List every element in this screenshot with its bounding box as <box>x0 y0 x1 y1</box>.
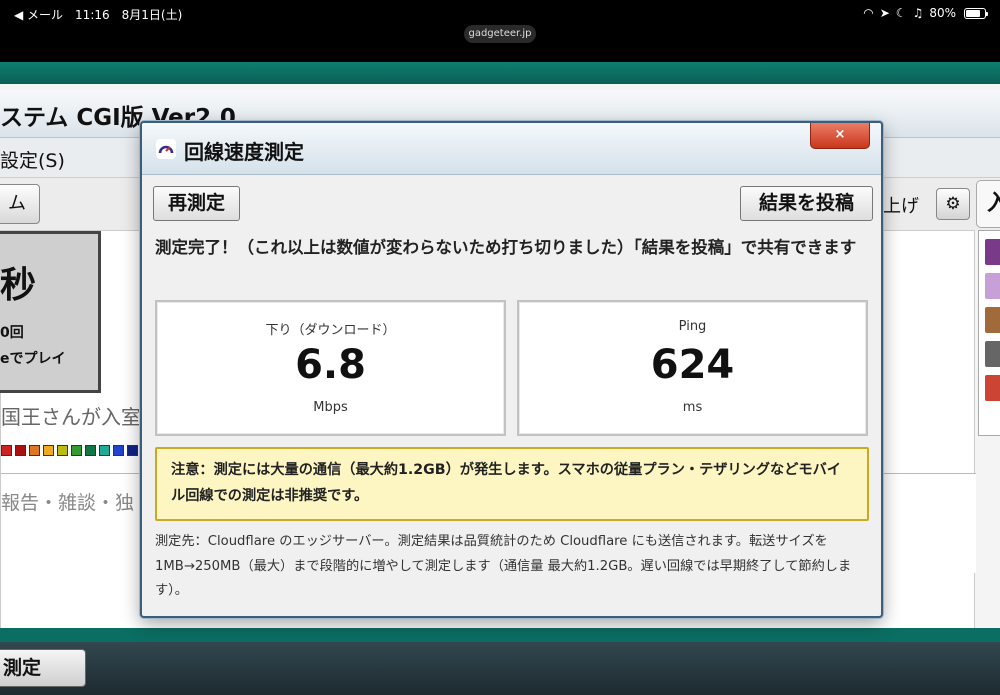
avatar[interactable] <box>985 307 1000 333</box>
measurement-note: 測定先：Cloudflare のエッジサーバー。測定結果は品質統計のため Clo… <box>155 534 852 598</box>
color-swatch[interactable] <box>71 445 82 456</box>
status-date: 8月1日(土) <box>121 8 183 22</box>
entered-message: 国王さんが入室 <box>1 405 141 429</box>
app-footer: 測定 <box>0 642 1000 695</box>
color-swatch[interactable] <box>57 445 68 456</box>
battery-percent: 80% <box>929 6 956 20</box>
ping-label: Ping <box>678 319 707 334</box>
ping-value: 624 <box>650 342 735 388</box>
status-time: 11:16 <box>75 7 110 22</box>
post-result-button[interactable]: 結果を投稿 <box>740 186 873 221</box>
gear-icon[interactable]: ⚙ <box>936 188 970 220</box>
retest-button[interactable]: 再測定 <box>153 186 240 221</box>
color-swatches <box>1 445 138 456</box>
color-swatch[interactable] <box>99 445 110 456</box>
avatar[interactable] <box>985 341 1000 367</box>
dialog-title: 回線速度測定 <box>184 140 304 164</box>
toolbar-button[interactable]: ム <box>0 184 40 224</box>
ios-status-bar: ◀ メール 11:16 8月1日(土) ◠ ➤ ☾ ♫ 80% <box>0 0 1000 28</box>
download-unit: Mbps <box>313 400 348 415</box>
completion-message: 測定完了！（これ以上は数値が変わらないため打ち切りました）「結果を投稿」で共有で… <box>155 238 857 257</box>
color-swatch[interactable] <box>29 445 40 456</box>
color-swatch[interactable] <box>113 445 124 456</box>
wifi-icon: ◠ <box>863 6 874 20</box>
menu-settings[interactable]: 設定(S) <box>0 146 65 173</box>
avatar[interactable] <box>985 239 1000 265</box>
app-top-band <box>0 62 1000 84</box>
seconds-label: 秒 <box>0 265 37 306</box>
download-card: 下り（ダウンロード） 6.8 Mbps <box>155 300 506 436</box>
status-left: ◀ メール 11:16 8月1日(土) <box>14 6 182 23</box>
ping-unit: ms <box>682 400 703 415</box>
back-to-mail-link[interactable]: ◀ メール <box>14 6 63 23</box>
avatar[interactable] <box>985 375 1000 401</box>
raise-label[interactable]: 上げ <box>883 192 919 218</box>
dialog-titlebar: 回線速度測定 × <box>142 123 881 175</box>
color-swatch[interactable] <box>127 445 138 456</box>
close-button[interactable]: × <box>810 123 870 149</box>
warning-box: 注意：測定には大量の通信（最大約1.2GB）が発生します。スマホの従量プラン・テ… <box>155 447 869 521</box>
count-label: 0回 <box>0 325 24 341</box>
headphones-icon: ♫ <box>912 6 924 20</box>
color-swatch[interactable] <box>43 445 54 456</box>
color-swatch[interactable] <box>85 445 96 456</box>
location-icon: ➤ <box>879 6 890 20</box>
footer-measure-button[interactable]: 測定 <box>0 649 86 687</box>
status-right: ◠ ➤ ☾ ♫ 80% <box>863 6 988 20</box>
play-label: eでプレイ <box>0 351 66 367</box>
color-swatch[interactable] <box>1 445 12 456</box>
ping-card: Ping 624 ms <box>517 300 868 436</box>
right-panel-header[interactable]: 入 <box>976 180 1000 228</box>
moon-icon: ☾ <box>895 6 907 20</box>
battery-fill <box>966 9 980 17</box>
avatar[interactable] <box>985 273 1000 299</box>
url-pill[interactable]: gadgeteer.jp <box>464 25 536 43</box>
download-label: 下り（ダウンロード） <box>265 323 396 338</box>
chat-placeholder: 報告・雑談・独 <box>1 492 135 514</box>
app-bottom-band <box>0 628 1000 642</box>
download-value: 6.8 <box>295 342 366 388</box>
speedometer-icon <box>156 139 176 159</box>
avatar-list <box>978 230 1000 436</box>
speed-test-dialog: 回線速度測定 × 再測定 結果を投稿 測定完了！（これ以上は数値が変わらないため… <box>140 121 883 618</box>
seconds-box: 秒 0回 eでプレイ <box>0 231 101 393</box>
battery-icon <box>964 7 988 19</box>
color-swatch[interactable] <box>15 445 26 456</box>
